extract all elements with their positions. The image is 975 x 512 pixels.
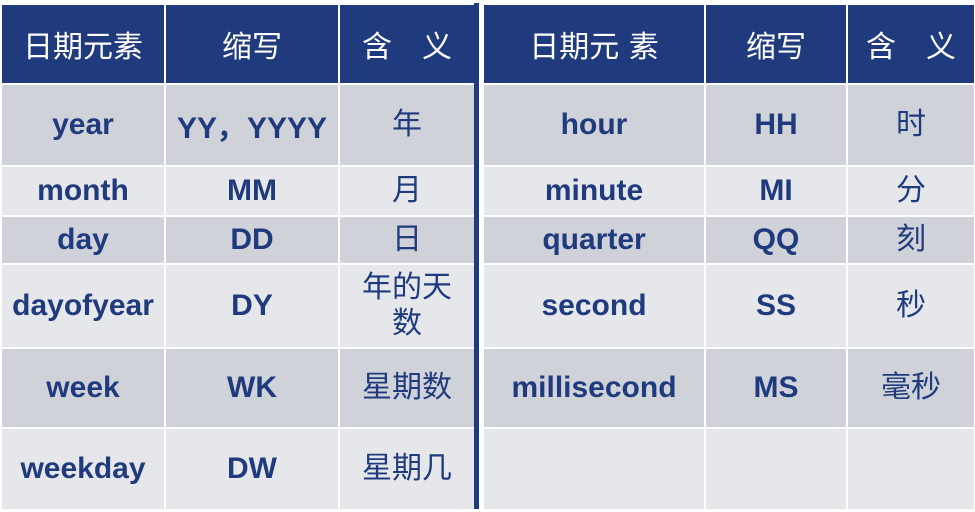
cell-meaning: 年的天数 [338,263,476,349]
table-row: dayofyear DY 年的天数 [0,263,476,349]
cell-element: dayofyear [0,263,166,349]
cell-abbreviation [704,427,848,511]
cell-meaning: 时 [846,83,975,167]
cell-abbreviation: DY [164,263,340,349]
cell-abbreviation: QQ [704,215,848,265]
table-row: hour HH 时 [482,83,975,167]
header-date-element: 日期元素 [0,3,166,85]
cell-meaning: 月 [338,165,476,217]
header-abbreviation: 缩写 [164,3,340,85]
cell-meaning: 毫秒 [846,347,975,429]
table-row: quarter QQ 刻 [482,215,975,265]
cell-abbreviation: MM [164,165,340,217]
header-meaning: 含 义 [338,3,476,85]
cell-meaning: 星期几 [338,427,476,511]
table-row: day DD 日 [0,215,476,265]
table-row [482,427,975,511]
table-row: week WK 星期数 [0,347,476,429]
cell-element: month [0,165,166,217]
cell-abbreviation: HH [704,83,848,167]
cell-meaning: 刻 [846,215,975,265]
cell-element: second [482,263,706,349]
cell-abbreviation: MI [704,165,848,217]
cell-meaning: 秒 [846,263,975,349]
cell-element: millisecond [482,347,706,429]
cell-abbreviation: MS [704,347,848,429]
cell-abbreviation: SS [704,263,848,349]
cell-element: hour [482,83,706,167]
cell-meaning: 分 [846,165,975,217]
cell-meaning: 日 [338,215,476,265]
cell-abbreviation: WK [164,347,340,429]
table-row: minute MI 分 [482,165,975,217]
header-meaning: 含 义 [846,3,975,85]
table-row: weekday DW 星期几 [0,427,476,511]
table-row: millisecond MS 毫秒 [482,347,975,429]
cell-meaning: 星期数 [338,347,476,429]
cell-meaning [846,427,975,511]
right-date-elements-table: 日期元 素 缩写 含 义 hour HH 时 minute MI 分 quart… [482,3,975,511]
table-divider [474,3,479,509]
cell-meaning: 年 [338,83,476,167]
header-row: 日期元素 缩写 含 义 [0,3,476,85]
cell-abbreviation: DD [164,215,340,265]
cell-element [482,427,706,511]
header-abbreviation: 缩写 [704,3,848,85]
cell-element: quarter [482,215,706,265]
cell-element: minute [482,165,706,217]
cell-element: weekday [0,427,166,511]
table-row: month MM 月 [0,165,476,217]
table-row: second SS 秒 [482,263,975,349]
header-row: 日期元 素 缩写 含 义 [482,3,975,85]
cell-abbreviation: DW [164,427,340,511]
header-date-element: 日期元 素 [482,3,706,85]
table-row: year YY，YYYY 年 [0,83,476,167]
cell-element: day [0,215,166,265]
cell-element: year [0,83,166,167]
cell-abbreviation: YY，YYYY [164,83,340,167]
cell-element: week [0,347,166,429]
left-date-elements-table: 日期元素 缩写 含 义 year YY，YYYY 年 month MM 月 da… [0,3,476,511]
